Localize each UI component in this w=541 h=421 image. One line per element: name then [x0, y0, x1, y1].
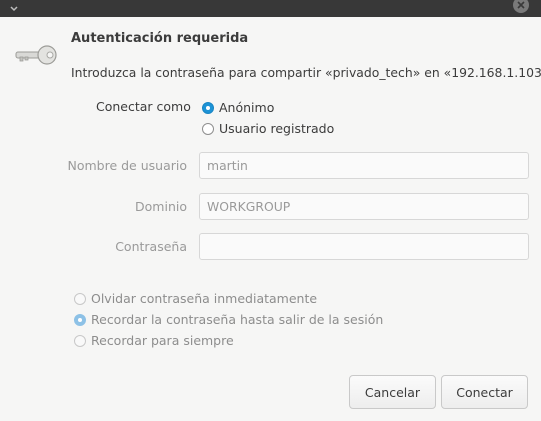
- radio-label: Olvidar contraseña inmediatamente: [91, 291, 318, 306]
- chevron-down-icon[interactable]: [8, 0, 20, 12]
- close-icon: [517, 1, 525, 9]
- radio-selected-icon: [74, 313, 86, 326]
- title-bar: [0, 0, 541, 17]
- cancel-button[interactable]: Cancelar: [349, 375, 436, 409]
- domain-label: Dominio: [135, 199, 187, 214]
- radio-remember-session[interactable]: Recordar la contraseña hasta salir de la…: [74, 312, 383, 327]
- dialog-title: Autenticación requerida: [71, 31, 249, 46]
- username-label: Nombre de usuario: [67, 158, 187, 173]
- radio-unselected-icon: [74, 292, 86, 305]
- key-icon: [14, 44, 58, 68]
- connect-button[interactable]: Conectar: [441, 375, 528, 409]
- dialog-message: Introduzca la contraseña para compartir …: [71, 65, 541, 80]
- connect-as-label: Conectar como: [96, 99, 191, 114]
- radio-remember-forever[interactable]: Recordar para siempre: [74, 333, 234, 348]
- username-field[interactable]: [199, 152, 529, 179]
- radio-unselected-icon: [74, 334, 86, 347]
- radio-label: Recordar para siempre: [91, 333, 234, 348]
- password-field[interactable]: [199, 233, 529, 260]
- password-label: Contraseña: [115, 239, 187, 254]
- radio-label: Anónimo: [219, 100, 275, 115]
- domain-field[interactable]: [199, 193, 529, 220]
- radio-registered-user[interactable]: Usuario registrado: [202, 121, 334, 136]
- radio-anonymous[interactable]: Anónimo: [202, 100, 274, 115]
- radio-unselected-icon: [202, 122, 214, 135]
- radio-label: Recordar la contraseña hasta salir de la…: [91, 312, 384, 327]
- radio-selected-icon: [202, 101, 214, 114]
- radio-forget-immediately[interactable]: Olvidar contraseña inmediatamente: [74, 291, 317, 306]
- close-button[interactable]: [513, 0, 529, 13]
- radio-label: Usuario registrado: [219, 121, 335, 136]
